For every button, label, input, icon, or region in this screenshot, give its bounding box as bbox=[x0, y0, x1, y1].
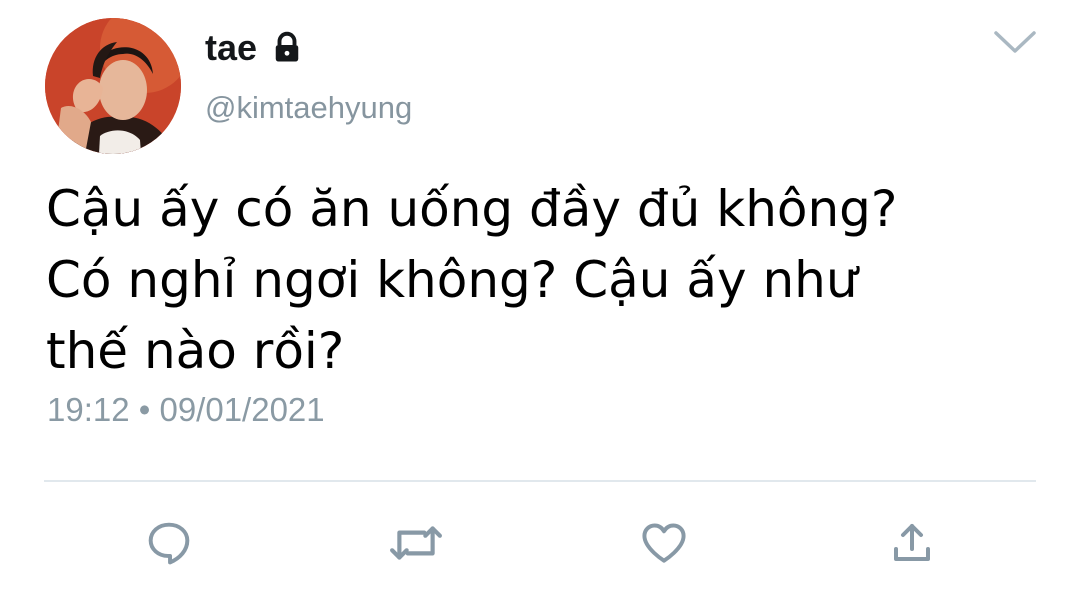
retweet-icon bbox=[390, 526, 442, 560]
tweet-text: Cậu ấy có ăn uống đầy đủ không? Có nghỉ … bbox=[46, 180, 898, 380]
share-button[interactable] bbox=[884, 515, 940, 571]
tweet-timestamp[interactable]: 19:12 • 09/01/2021 bbox=[47, 390, 325, 430]
retweet-button[interactable] bbox=[388, 515, 444, 571]
author-handle[interactable]: @kimtaehyung bbox=[205, 88, 412, 128]
share-icon bbox=[894, 524, 930, 561]
lock-icon bbox=[269, 30, 305, 66]
reply-icon bbox=[148, 522, 190, 565]
like-icon bbox=[642, 523, 686, 563]
reply-button[interactable] bbox=[141, 515, 197, 571]
like-button[interactable] bbox=[636, 515, 692, 571]
avatar[interactable] bbox=[45, 18, 181, 154]
author-name-row[interactable]: tae bbox=[205, 26, 305, 70]
chevron-down-icon[interactable] bbox=[992, 24, 1038, 58]
display-name[interactable]: tae bbox=[205, 26, 257, 70]
divider bbox=[44, 480, 1036, 482]
